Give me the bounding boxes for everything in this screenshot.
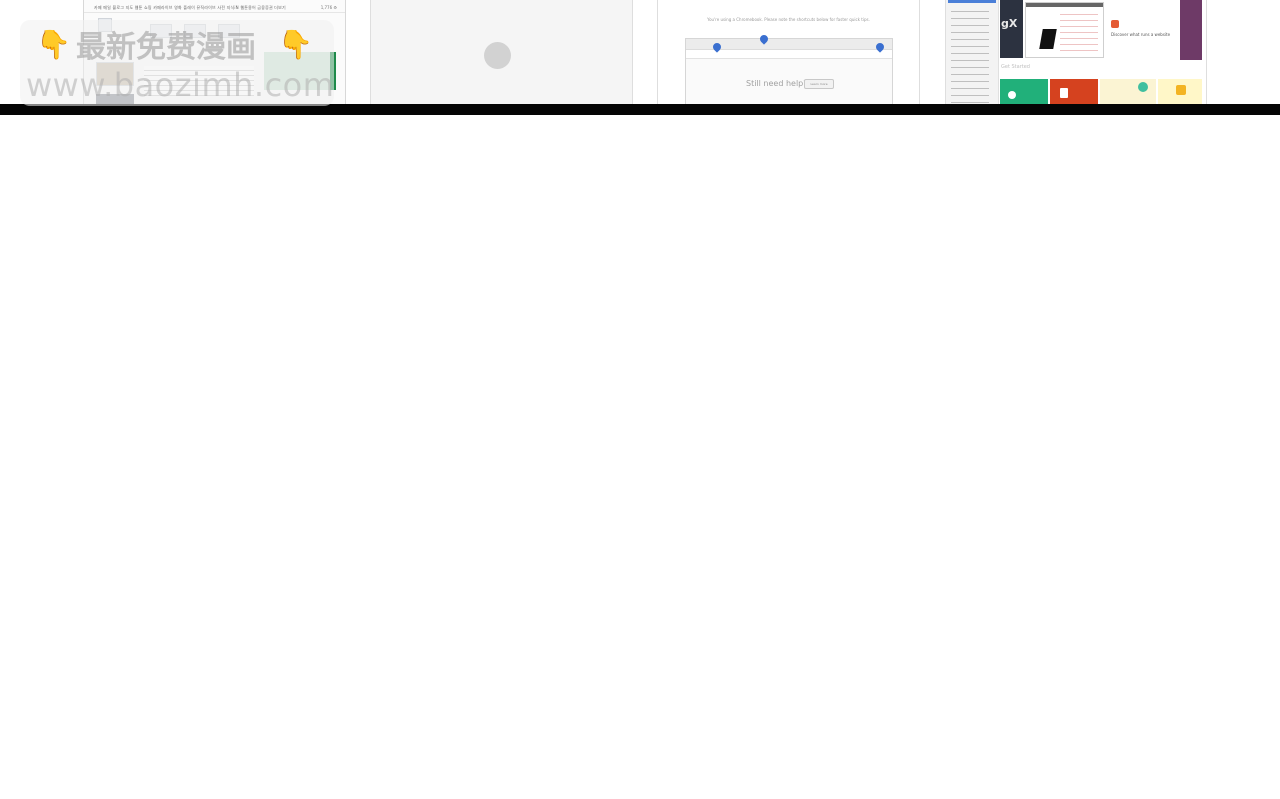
screenshot-strip: 카페 메일 블로그 지도 웹툰 쇼핑 카페라이브 영화 플레이 뮤직라이브 사전… (0, 0, 1280, 115)
divider (84, 12, 345, 13)
window-titlebar (1026, 3, 1103, 7)
section-label: Get Started (1001, 64, 1030, 70)
office-app-tile[interactable] (1050, 79, 1098, 106)
device-icon (1039, 29, 1057, 49)
notes-app-tile[interactable] (1158, 79, 1202, 106)
app-description: Discover what runs a website (1111, 32, 1171, 37)
watermark-overlay: 👇 最新免费漫画 👇 www.baozimh.com (20, 20, 334, 106)
featured-dark-panel: gX (1000, 0, 1023, 58)
help-text: Still need help? (746, 79, 808, 88)
sidebar-list (951, 6, 989, 104)
featured-screenshot (1025, 2, 1104, 58)
thumbnail-app-store[interactable]: gX Discover what runs a website Get Star… (945, 0, 1207, 106)
store-sidebar (946, 0, 999, 106)
portal-menu-right: 1,776 ⚙ (320, 5, 337, 10)
panel-letters: gX (1001, 17, 1018, 30)
pointing-down-icon: 👇 (278, 28, 313, 61)
watermark-url: www.baozimh.com (26, 66, 335, 104)
portal-menu: 카페 메일 블로그 지도 웹툰 쇼핑 카페라이브 영화 플레이 뮤직라이브 사전… (94, 5, 286, 10)
app-tile[interactable] (1000, 79, 1048, 106)
watermark-title: 最新免费漫画 (76, 30, 256, 65)
list-rows (1060, 11, 1098, 53)
app-icon (1111, 20, 1119, 28)
help-caption: You're using a Chromebook. Please note t… (707, 17, 870, 22)
app-tile[interactable] (1100, 79, 1156, 106)
thumbnail-help-page[interactable]: You're using a Chromebook. Please note t… (657, 0, 920, 106)
pointing-down-icon: 👇 (36, 28, 71, 61)
help-button[interactable]: Learn more (804, 79, 834, 89)
thumbnail-loading[interactable] (370, 0, 633, 106)
loading-icon (484, 42, 511, 69)
sidebar-header (948, 0, 996, 3)
purple-banner (1180, 0, 1202, 60)
